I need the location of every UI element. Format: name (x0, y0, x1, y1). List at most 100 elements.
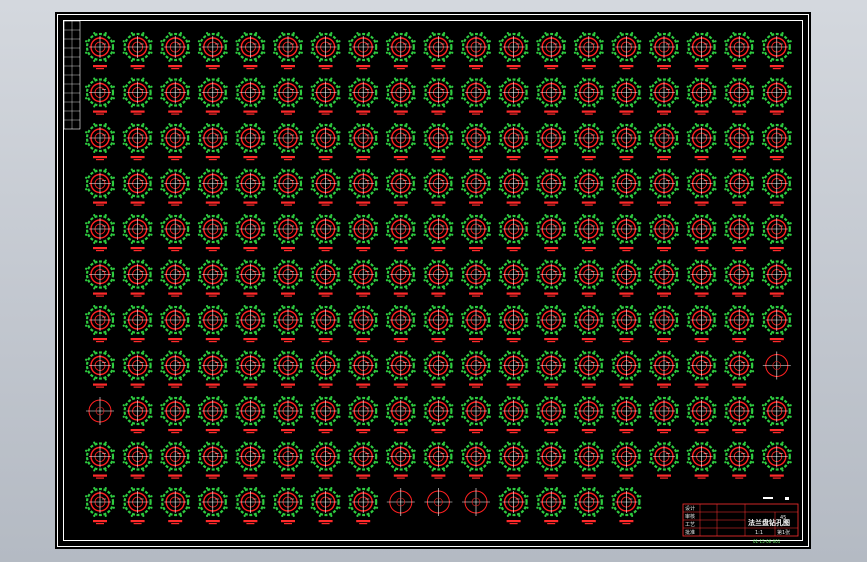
flange-pattern[interactable] (686, 441, 717, 479)
flange-pattern[interactable] (461, 168, 491, 206)
flange-pattern[interactable] (348, 123, 379, 161)
flange-pattern[interactable] (385, 396, 416, 434)
flange-pattern[interactable] (536, 123, 567, 161)
flange-pattern[interactable] (611, 487, 642, 525)
flange-pattern[interactable] (310, 305, 341, 343)
flange-pattern[interactable] (273, 168, 303, 206)
flange-pattern[interactable] (611, 259, 642, 297)
flange-pattern[interactable] (536, 396, 567, 434)
flange-pattern[interactable] (649, 259, 679, 297)
flange-pattern[interactable] (122, 259, 153, 297)
flange-pattern[interactable] (273, 487, 303, 525)
cad-viewport[interactable]: 设计 审核 工艺 批准 法兰盘钻孔图 45 1:1 第1张 01-15-06-0… (0, 0, 867, 562)
flange-pattern[interactable] (385, 350, 416, 388)
flange-pattern[interactable] (385, 32, 416, 70)
flange-pattern[interactable] (536, 77, 567, 115)
flange-pattern[interactable] (611, 77, 642, 115)
flange-pattern[interactable] (649, 123, 679, 161)
flange-pattern[interactable] (310, 32, 341, 70)
flange-pattern[interactable] (197, 259, 228, 297)
flange-pattern[interactable] (235, 168, 266, 206)
flange-pattern[interactable] (611, 168, 642, 206)
flange-pattern[interactable] (461, 77, 491, 115)
flange-pattern[interactable] (462, 488, 490, 516)
flange-pattern[interactable] (348, 396, 379, 434)
flange-pattern[interactable] (761, 77, 792, 115)
flange-pattern[interactable] (724, 350, 755, 388)
flange-pattern[interactable] (611, 396, 642, 434)
flange-pattern[interactable] (385, 168, 416, 206)
flange-pattern[interactable] (235, 350, 266, 388)
flange-pattern[interactable] (724, 259, 755, 297)
flange-pattern[interactable] (536, 350, 567, 388)
flange-pattern[interactable] (310, 77, 341, 115)
drawing-sheet[interactable]: 设计 审核 工艺 批准 法兰盘钻孔图 45 1:1 第1张 01-15-06-0… (55, 12, 811, 549)
flange-pattern[interactable] (573, 77, 604, 115)
flange-pattern[interactable] (385, 214, 416, 252)
flange-pattern[interactable] (686, 396, 717, 434)
flange-pattern[interactable] (461, 214, 491, 252)
flange-pattern[interactable] (160, 350, 191, 388)
flange-pattern[interactable] (686, 305, 717, 343)
flange-pattern[interactable] (611, 123, 642, 161)
flange-pattern[interactable] (273, 396, 303, 434)
flange-pattern[interactable] (611, 441, 642, 479)
flange-pattern[interactable] (385, 123, 416, 161)
flange-pattern[interactable] (385, 259, 416, 297)
flange-pattern[interactable] (160, 77, 191, 115)
flange-pattern[interactable] (122, 214, 153, 252)
flange-pattern[interactable] (423, 305, 454, 343)
flange-pattern[interactable] (160, 32, 191, 70)
flange-pattern[interactable] (498, 168, 529, 206)
flange-pattern[interactable] (423, 396, 454, 434)
flange-pattern[interactable] (273, 350, 303, 388)
flange-pattern[interactable] (310, 259, 341, 297)
flange-pattern[interactable] (348, 259, 379, 297)
flange-pattern[interactable] (122, 441, 153, 479)
flange-pattern[interactable] (611, 214, 642, 252)
flange-pattern[interactable] (160, 487, 191, 525)
flange-pattern[interactable] (197, 168, 228, 206)
flange-pattern[interactable] (310, 168, 341, 206)
flange-pattern[interactable] (122, 487, 153, 525)
flange-pattern[interactable] (761, 396, 792, 434)
flange-pattern[interactable] (85, 350, 115, 388)
flange-pattern[interactable] (122, 350, 153, 388)
flange-pattern[interactable] (310, 123, 341, 161)
flange-pattern[interactable] (160, 396, 191, 434)
flange-pattern[interactable] (761, 214, 792, 252)
flange-pattern[interactable] (649, 214, 679, 252)
flange-pattern[interactable] (273, 214, 303, 252)
flange-pattern[interactable] (611, 350, 642, 388)
flange-pattern[interactable] (686, 32, 717, 70)
flange-pattern[interactable] (536, 487, 567, 525)
flange-pattern[interactable] (498, 441, 529, 479)
flange-pattern[interactable] (273, 77, 303, 115)
flange-pattern[interactable] (724, 214, 755, 252)
flange-pattern[interactable] (686, 77, 717, 115)
flange-pattern[interactable] (197, 123, 228, 161)
drawing-canvas[interactable]: 设计 审核 工艺 批准 法兰盘钻孔图 45 1:1 第1张 01-15-06-0… (55, 12, 811, 549)
flange-pattern[interactable] (461, 396, 491, 434)
flange-pattern[interactable] (461, 305, 491, 343)
flange-pattern[interactable] (686, 214, 717, 252)
flange-pattern[interactable] (573, 259, 604, 297)
flange-pattern[interactable] (235, 123, 266, 161)
flange-pattern[interactable] (573, 441, 604, 479)
flange-pattern[interactable] (423, 259, 454, 297)
flange-pattern[interactable] (160, 259, 191, 297)
flange-pattern[interactable] (423, 168, 454, 206)
flange-pattern[interactable] (762, 351, 791, 380)
flange-pattern[interactable] (761, 259, 792, 297)
flange-pattern[interactable] (423, 214, 454, 252)
flange-pattern[interactable] (761, 123, 792, 161)
flange-pattern[interactable] (686, 168, 717, 206)
flange-pattern[interactable] (160, 305, 191, 343)
flange-pattern[interactable] (160, 168, 191, 206)
flange-pattern[interactable] (235, 32, 266, 70)
flange-pattern[interactable] (724, 396, 755, 434)
flange-pattern[interactable] (573, 214, 604, 252)
flange-pattern[interactable] (498, 259, 529, 297)
flange-pattern[interactable] (235, 487, 266, 525)
flange-pattern[interactable] (310, 350, 341, 388)
